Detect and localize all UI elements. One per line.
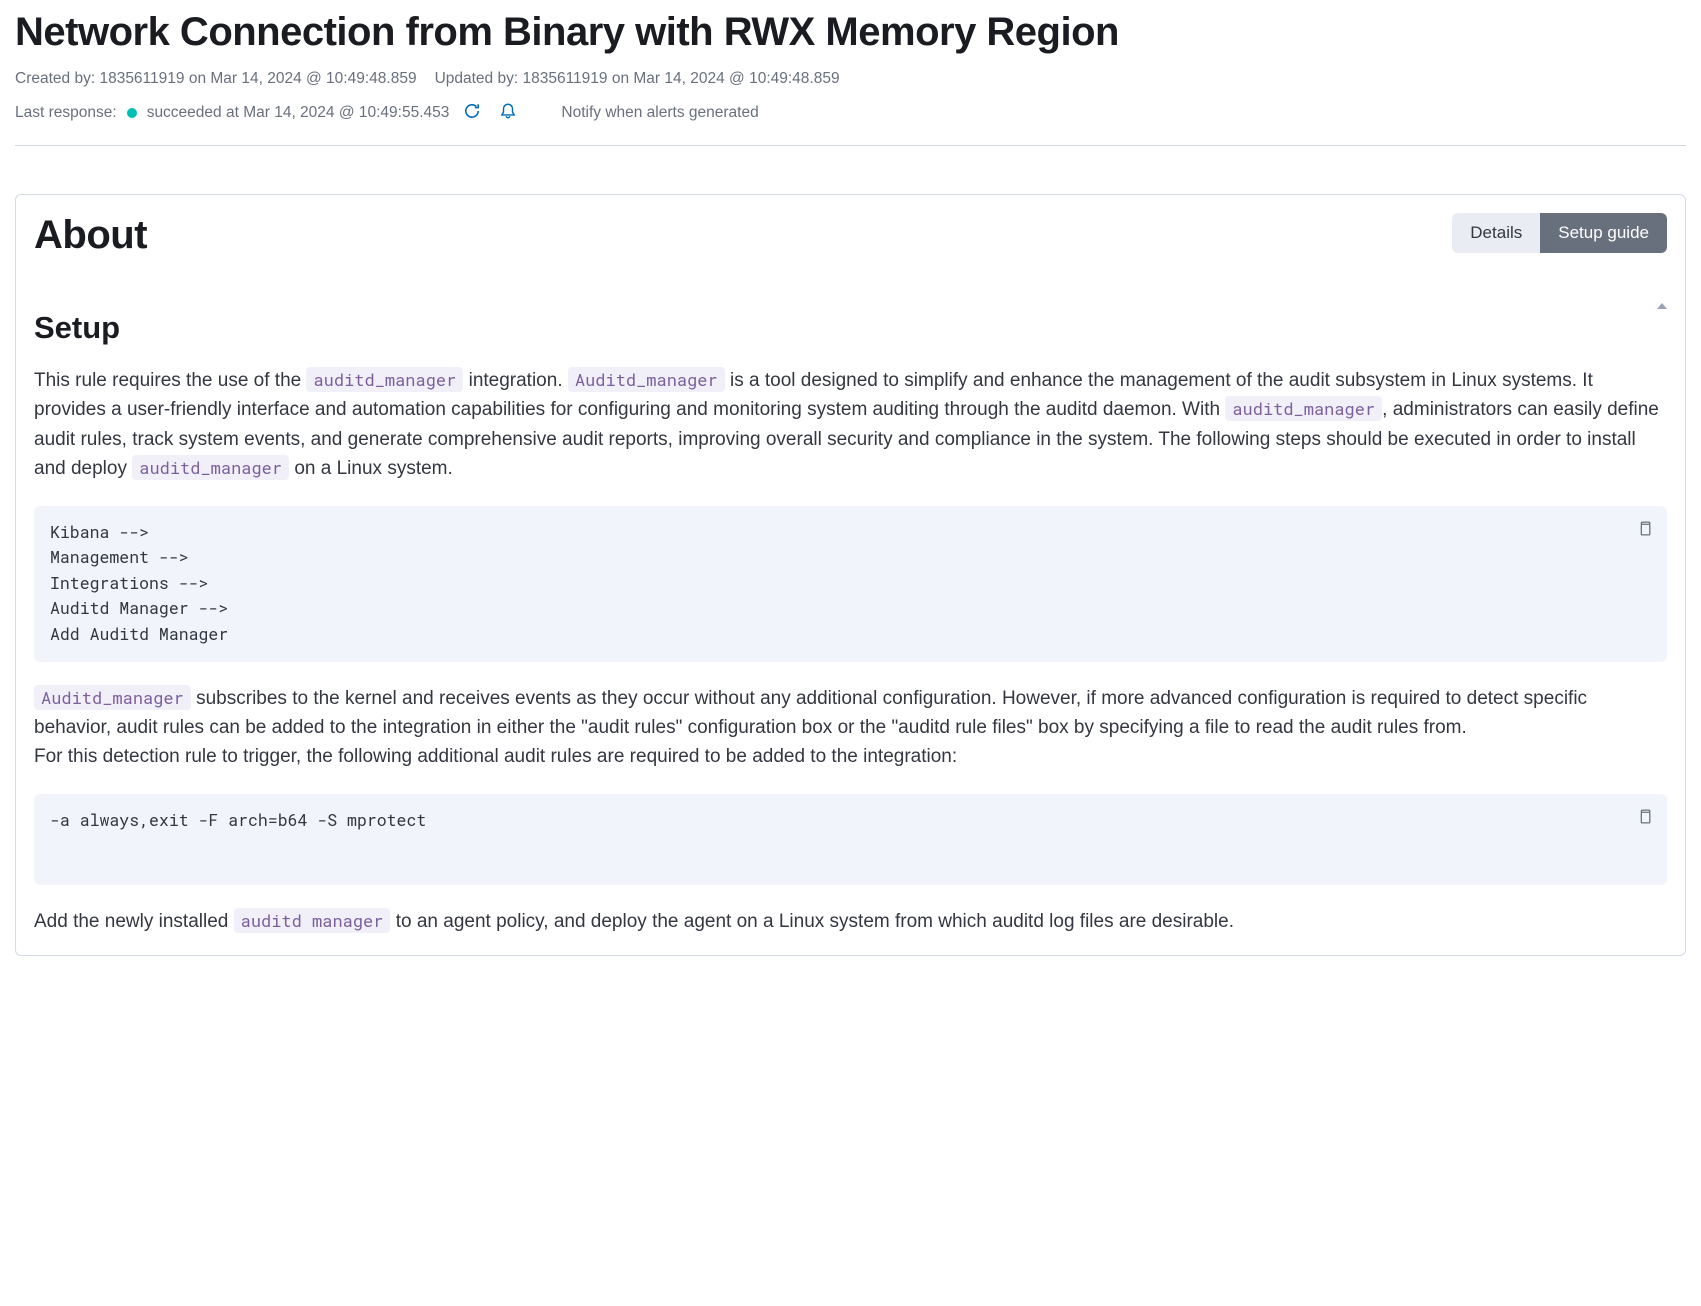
notify-when-alerts-link[interactable]: Notify when alerts generated (561, 104, 758, 122)
notify-bell-button[interactable] (495, 98, 521, 127)
clipboard-icon (1636, 525, 1653, 540)
code-auditd-manager: auditd_manager (306, 367, 463, 392)
status-dot-icon (127, 108, 137, 118)
setup-paragraph-3: Add the newly installed auditd manager t… (34, 907, 1667, 936)
copy-button[interactable] (1632, 516, 1657, 544)
refresh-icon (463, 102, 481, 123)
page-title: Network Connection from Binary with RWX … (15, 8, 1686, 56)
code-auditd-manager-2: auditd_manager (1225, 396, 1382, 421)
updated-meta: Updated by: 1835611919 on Mar 14, 2024 @… (435, 70, 840, 88)
tab-setup-guide[interactable]: Setup guide (1540, 213, 1667, 253)
code-block-audit-rule: -a always,exit -F arch=b64 -S mprotect (34, 794, 1667, 886)
code-auditd-manager-5: auditd manager (234, 908, 391, 933)
meta-row: Created by: 1835611919 on Mar 14, 2024 @… (15, 70, 1686, 88)
bell-icon (499, 102, 517, 123)
setup-paragraph-2: Auditd_manager subscribes to the kernel … (34, 684, 1667, 772)
clipboard-icon (1636, 813, 1653, 828)
code-block-nav-steps: Kibana --> Management --> Integrations -… (34, 506, 1667, 662)
code-auditd-manager-4: Auditd_manager (34, 685, 191, 710)
section-title-setup: Setup (34, 310, 1667, 346)
last-response-label: Last response: (15, 104, 117, 122)
status-row: Last response: succeeded at Mar 14, 2024… (15, 98, 1686, 127)
panel-title: About (34, 213, 147, 258)
tab-group: Details Setup guide (1452, 213, 1667, 253)
status-text: succeeded at Mar 14, 2024 @ 10:49:55.453 (147, 104, 450, 122)
divider (15, 145, 1686, 146)
setup-paragraph-1: This rule requires the use of the auditd… (34, 366, 1667, 484)
code-auditd-manager-3: auditd_manager (132, 455, 289, 480)
code-auditd-manager-cap: Auditd_manager (568, 367, 725, 392)
refresh-button[interactable] (459, 98, 485, 127)
copy-button-2[interactable] (1632, 804, 1657, 832)
created-meta: Created by: 1835611919 on Mar 14, 2024 @… (15, 70, 417, 88)
caret-up-icon[interactable] (1657, 303, 1667, 309)
tab-details[interactable]: Details (1452, 213, 1540, 253)
about-panel: About Details Setup guide Setup This rul… (15, 194, 1686, 956)
